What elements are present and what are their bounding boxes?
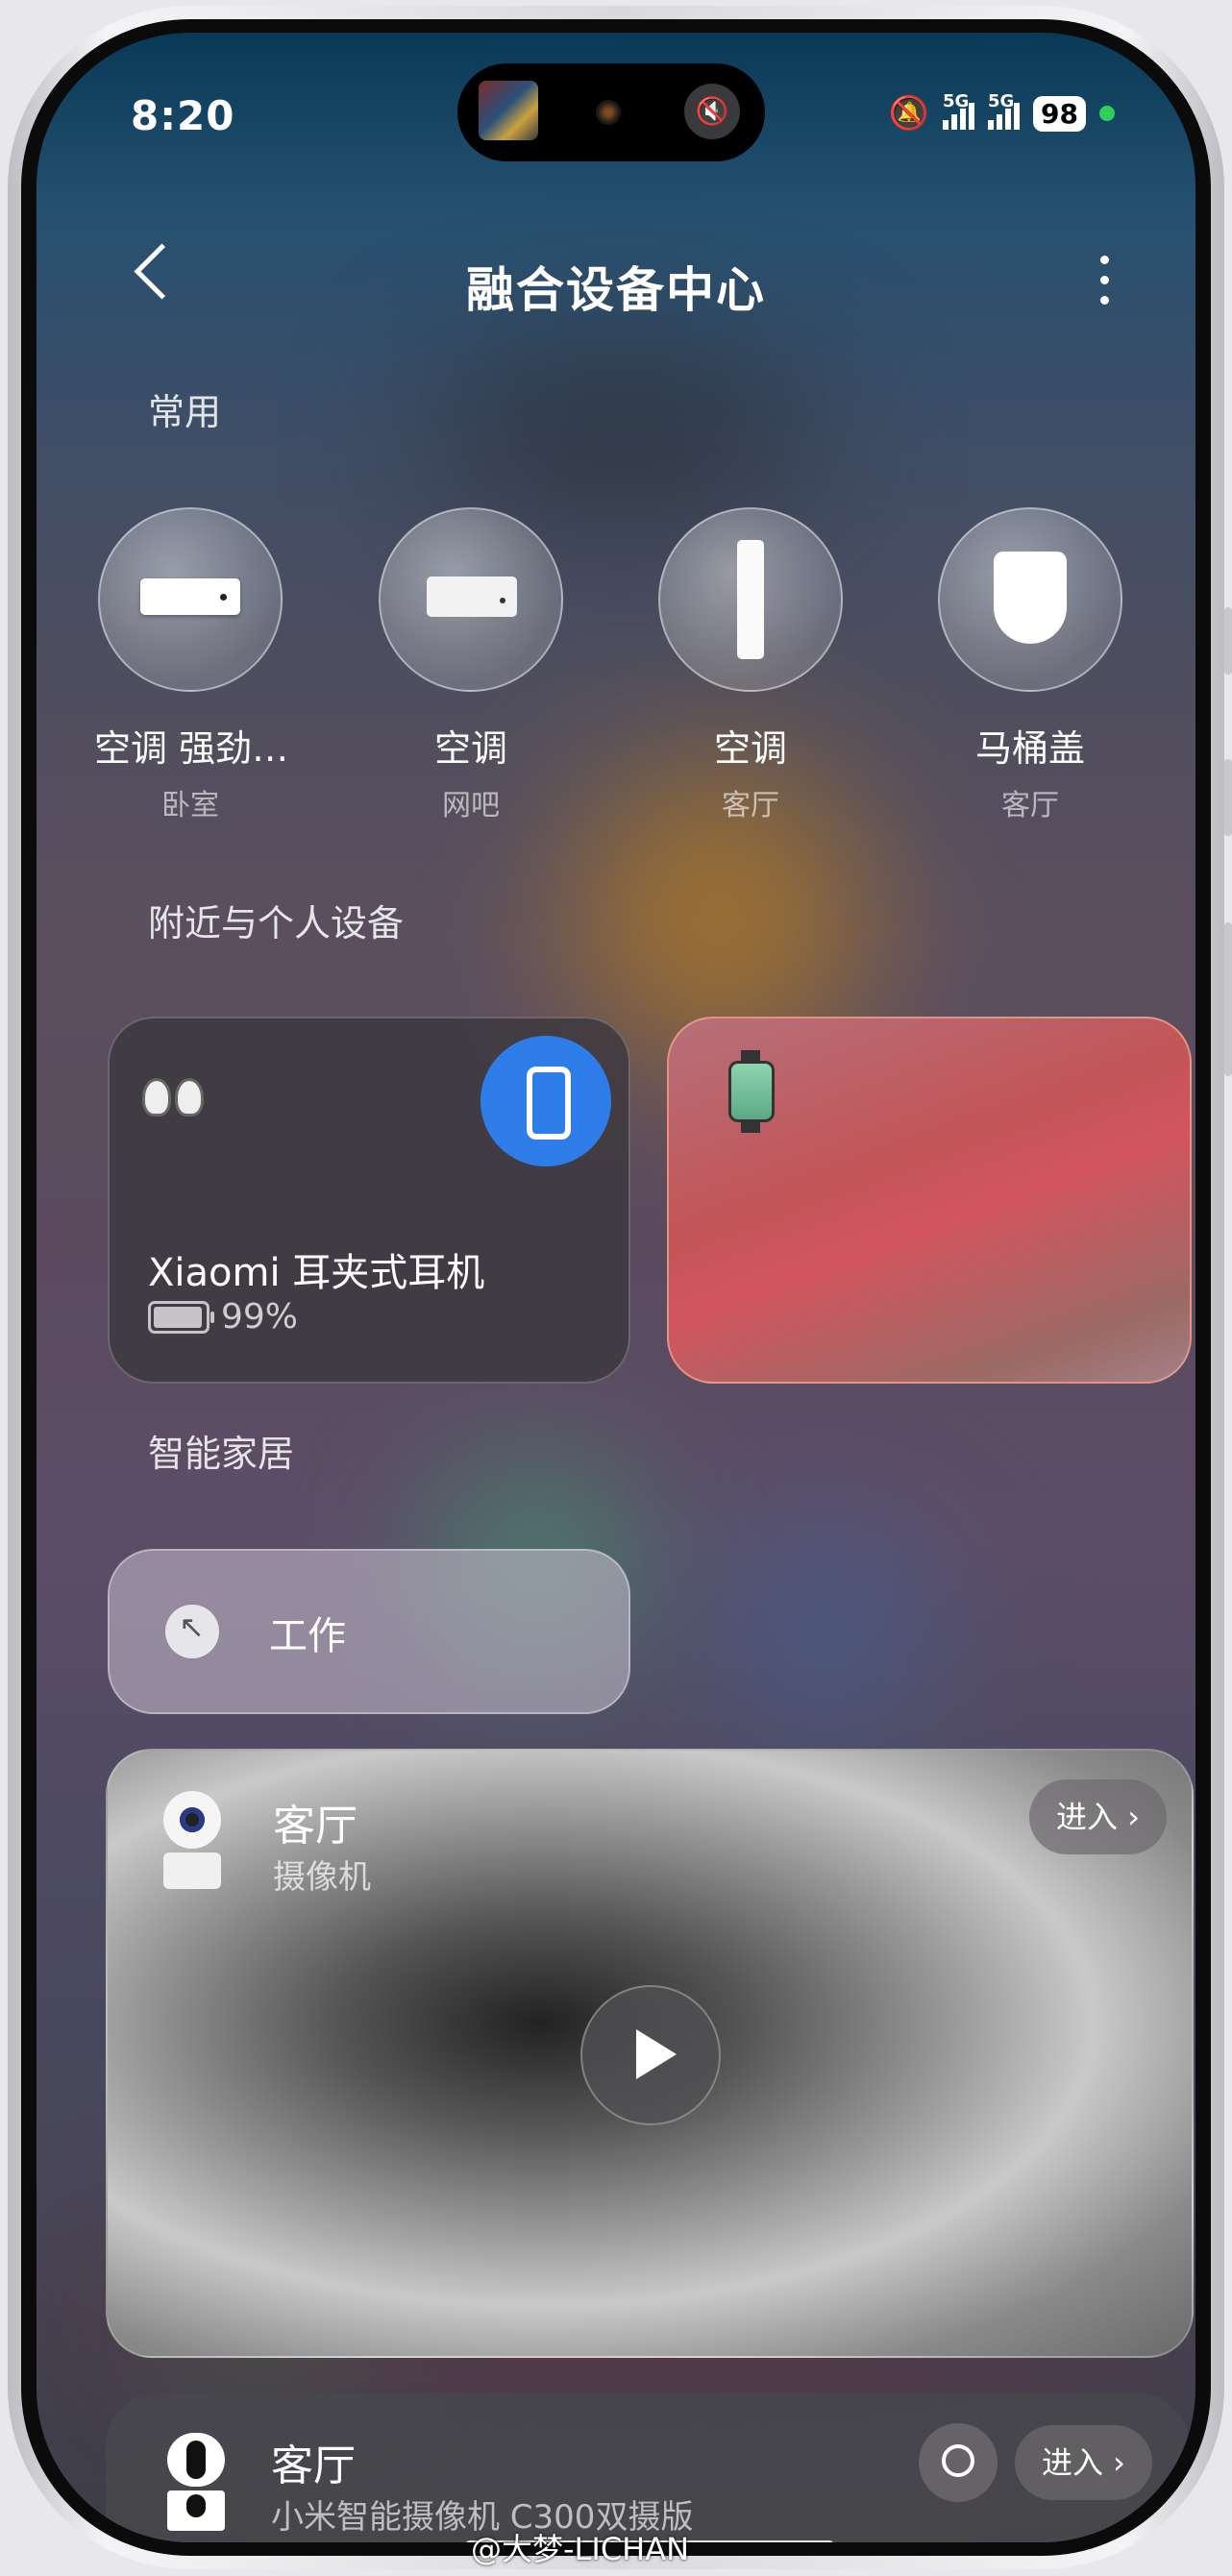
silent-bell-icon: 🔕: [888, 94, 930, 133]
enter-button[interactable]: 进入 ›: [1015, 2425, 1152, 2500]
device-name: 马桶盖: [974, 727, 1085, 770]
section-smart-home: 智能家居: [148, 1433, 295, 1475]
air-conditioner-icon: [379, 507, 563, 692]
battery-level: 98: [1033, 95, 1086, 132]
side-button: [1224, 922, 1232, 1076]
play-icon[interactable]: [580, 1985, 721, 2125]
page-title: 融合设备中心: [466, 262, 766, 318]
scene-work-button[interactable]: 工作: [108, 1549, 630, 1714]
device-room: 客厅: [1001, 789, 1059, 822]
screen: 8:20 🔇 🔕 5G 5G 98 融合设备中心 常用 空调 强劲… 卧室 空调…: [37, 33, 1195, 2542]
privacy-indicator-dot: [1099, 106, 1115, 121]
dual-camera-icon: [167, 2433, 225, 2533]
camera-type: 摄像机: [273, 1858, 371, 1897]
device-room: 卧室: [161, 789, 219, 822]
cursor-icon: [165, 1605, 219, 1658]
watch-card[interactable]: [667, 1017, 1192, 1384]
device-name: 空调: [433, 727, 507, 770]
earphones-battery-value: 99%: [221, 1297, 299, 1337]
status-icons: 🔕 5G 5G 98: [888, 91, 1115, 133]
air-conditioner-icon: [98, 507, 283, 692]
camera-preview-card[interactable]: 客厅 摄像机 进入 ›: [106, 1749, 1194, 2358]
earphones-card[interactable]: Xiaomi 耳夹式耳机 99%: [108, 1017, 630, 1384]
camera-settings-icon[interactable]: [919, 2423, 998, 2502]
mute-icon[interactable]: 🔇: [684, 84, 740, 139]
camera-icon: [596, 100, 621, 125]
phone-connect-button[interactable]: [480, 1036, 611, 1166]
section-nearby: 附近与个人设备: [148, 902, 405, 945]
more-menu-icon[interactable]: [1100, 256, 1109, 305]
frequent-device-2[interactable]: 空调 网吧: [375, 507, 567, 823]
camera-room: 客厅: [273, 1802, 357, 1851]
toilet-seat-icon: [938, 507, 1122, 692]
device-name: 空调 强劲…: [94, 727, 289, 770]
scene-label: 工作: [269, 1614, 346, 1658]
camera-device-icon: [163, 1791, 221, 1889]
tower-air-conditioner-icon: [658, 507, 843, 692]
status-time: 8:20: [131, 92, 235, 139]
signal-icon: 5G: [988, 91, 1021, 130]
frequent-device-4[interactable]: 马桶盖 客厅: [934, 507, 1126, 823]
camera-device-card[interactable]: 客厅 小米智能摄像机 C300双摄版 进入 ›: [106, 2392, 1190, 2542]
device-room: 客厅: [271, 2441, 356, 2490]
dynamic-island[interactable]: 🔇: [457, 63, 765, 161]
smartwatch-icon: [728, 1050, 775, 1133]
watermark: @大梦-LICHAN: [471, 2531, 690, 2567]
earphones-battery: 99%: [148, 1297, 298, 1337]
side-button: [1224, 607, 1232, 675]
device-room: 客厅: [722, 789, 779, 822]
phone-icon: [527, 1067, 571, 1140]
side-button: [1224, 759, 1232, 836]
frequent-device-3[interactable]: 空调 客厅: [654, 507, 847, 823]
earphones-name: Xiaomi 耳夹式耳机: [148, 1251, 485, 1295]
section-frequent: 常用: [148, 391, 222, 433]
signal-icon: 5G: [943, 91, 975, 130]
earbuds-icon: [142, 1078, 204, 1116]
device-room: 网吧: [442, 789, 500, 822]
media-thumbnail[interactable]: [479, 81, 538, 140]
battery-icon: [148, 1300, 214, 1334]
enter-button[interactable]: 进入 ›: [1029, 1779, 1167, 1854]
device-name: 空调: [713, 727, 787, 770]
frequent-device-1[interactable]: 空调 强劲… 卧室: [94, 507, 289, 823]
